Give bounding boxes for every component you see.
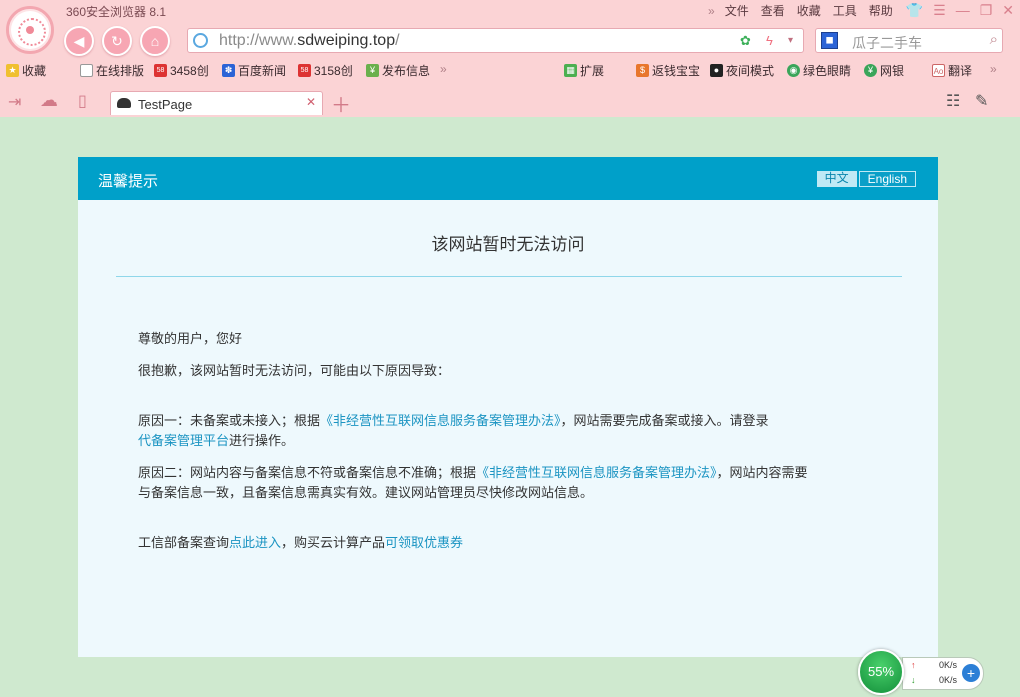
extend-icon: ▦ [564,64,577,77]
download-speed: 0K/s [939,675,958,685]
notice-panel: 温馨提示 中文 English 该网站暂时无法访问 尊敬的用户，您好 很抱歉，该… [78,157,938,657]
baidu-icon: ✽ [222,64,235,77]
extension-translate[interactable]: Ao 翻译 [932,62,972,79]
favorites-item-publish[interactable]: ¥ 发布信息 [366,62,430,79]
network-speed-widget[interactable]: ↑ 0K/s ↓ 0K/s + 55% [858,648,988,696]
security-icon[interactable] [193,33,208,48]
page-title: 该网站暂时无法访问 [431,235,585,254]
cashback-icon: $ [636,64,649,77]
search-icon[interactable]: ⌕ [990,31,998,48]
bank-icon: ¥ [864,64,877,77]
extension-extend[interactable]: ▦ 扩展 [564,62,604,79]
menu-more-chevron[interactable]: » [704,3,719,19]
window-controls: 👕 ☰ — ❐ ✕ [906,2,1014,19]
tab-label: TestPage [138,97,193,112]
panel-header-title: 温馨提示 [98,173,159,190]
language-switch: 中文 English [816,171,916,187]
favorites-item-collect[interactable]: ★ 收藏 [6,62,46,79]
favorites-bar: ★ 收藏 在线排版 58 3458创 ✽ 百度新闻 58 3158创 ¥ 发布信息 » ▦… [0,59,1020,81]
upload-speed: 0K/s [939,660,958,670]
close-icon[interactable]: ✕ [1002,2,1014,19]
greeting-text: 尊敬的用户，您好 [138,331,243,346]
miit-query-link[interactable]: 点此进入 [229,535,281,550]
menu-tools[interactable]: 工具 [827,3,863,19]
site-3458-icon: 58 [154,64,167,77]
translate-icon: Ao [932,64,945,77]
favorites-item-3458[interactable]: 58 3458创 [154,62,209,79]
upload-arrow-icon: ↑ [911,660,916,670]
tab-list-icon[interactable]: ☷ [946,91,960,111]
minimize-icon[interactable]: — [956,2,970,19]
night-mode-icon: ● [710,64,723,77]
search-box[interactable]: ◼ 瓜子二手车 ⌕ [815,28,1003,53]
search-input[interactable]: 瓜子二手车 [852,33,922,53]
extensions-more-chevron[interactable]: » [990,62,997,76]
maximize-icon[interactable]: ❐ [980,2,993,19]
panel-header: 温馨提示 中文 English [78,157,938,200]
back-button[interactable]: ◀ [64,26,94,56]
tab-testpage[interactable]: TestPage ✕ [110,91,323,115]
tab-close-icon[interactable]: ✕ [306,95,316,109]
download-arrow-icon: ↓ [911,675,916,685]
eye-care-icon: ◉ [787,64,800,77]
notes-icon[interactable]: ✎ [975,91,988,111]
tab-bar: ⇥ ☁ ▯ TestPage ✕ ＋ ☷ ✎ [0,88,1020,117]
lang-zh-link[interactable]: 中文 [816,171,857,187]
publish-icon: ¥ [366,64,379,77]
filing-platform-link[interactable]: 代备案管理平台 [138,433,229,448]
cloud-icon[interactable]: ☁ [40,90,58,111]
sidebar-toggle-icon[interactable]: ⇥ [8,92,21,112]
menu-help[interactable]: 帮助 [863,3,899,19]
skin-icon[interactable]: 👕 [906,2,923,19]
footer-text: 工信部备案查询点此进入，购买云计算产品可领取优惠券 [138,535,464,550]
address-url[interactable]: http://www.sdweiping.top/ [219,32,400,50]
page-icon [80,64,93,77]
search-engine-icon[interactable]: ◼ [821,32,838,49]
refresh-icon: ↻ [111,32,123,49]
regulation-link[interactable]: 《非经营性互联网信息服务备案管理办法》 [320,413,561,428]
favorites-item-3158[interactable]: 58 3158创 [298,62,353,79]
intro-text: 很抱歉，该网站暂时无法访问，可能由以下原因导致： [138,363,451,378]
compat-mode-icon[interactable]: ✿ [740,33,751,49]
favorites-more-chevron[interactable]: » [440,62,447,76]
menu-favorites[interactable]: 收藏 [791,3,827,19]
address-bar[interactable]: http://www.sdweiping.top/ ✿ ϟ ▾ [187,28,804,53]
home-button[interactable]: ⌂ [140,26,170,56]
reason-two: 原因二：网站内容与备案信息不符或备案信息不准确；根据《非经营性互联网信息服务备案… [138,465,808,500]
site-3158-icon: 58 [298,64,311,77]
browser-logo-icon[interactable] [6,6,54,54]
favorites-item-baidu-news[interactable]: ✽ 百度新闻 [222,62,286,79]
browser-chrome: 360安全浏览器 8.1 » 文件 查看 收藏 工具 帮助 👕 ☰ — ❐ ✕ … [0,0,1020,117]
star-icon: ★ [6,64,19,77]
speed-mode-icon[interactable]: ϟ [766,33,773,48]
address-dropdown-icon[interactable]: ▾ [788,35,793,46]
divider [116,276,902,277]
speed-pane: ↑ 0K/s ↓ 0K/s + [902,657,984,690]
menu-file[interactable]: 文件 [719,3,755,19]
phone-icon[interactable]: ▯ [78,91,87,111]
extension-night-mode[interactable]: ● 夜间模式 [710,62,774,79]
menu-icon[interactable]: ☰ [933,2,946,19]
home-icon: ⌂ [150,33,160,49]
lang-en-link[interactable]: English [858,171,916,187]
refresh-button[interactable]: ↻ [102,26,132,56]
extension-cashback[interactable]: $ 返钱宝宝 [636,62,700,79]
menu-bar: » 文件 查看 收藏 工具 帮助 [704,3,899,19]
extension-bank[interactable]: ¥ 网银 [864,62,904,79]
coupon-link[interactable]: 可领取优惠券 [385,535,463,550]
favorites-item-typeset[interactable]: 在线排版 [80,62,144,79]
tab-favicon-icon [117,98,131,108]
reason-one: 原因一：未备案或未接入；根据《非经营性互联网信息服务备案管理办法》，网站需要完成… [138,413,769,448]
memory-usage-ball[interactable]: 55% [858,649,904,695]
regulation-link-2[interactable]: 《非经营性互联网信息服务备案管理办法》 [476,465,717,480]
menu-view[interactable]: 查看 [755,3,791,19]
window-title: 360安全浏览器 8.1 [66,5,167,19]
new-tab-icon[interactable]: ＋ [331,89,351,118]
accelerate-plus-icon[interactable]: + [962,664,980,682]
extension-eye-care[interactable]: ◉ 绿色眼睛 [787,62,851,79]
back-icon: ◀ [73,32,85,49]
